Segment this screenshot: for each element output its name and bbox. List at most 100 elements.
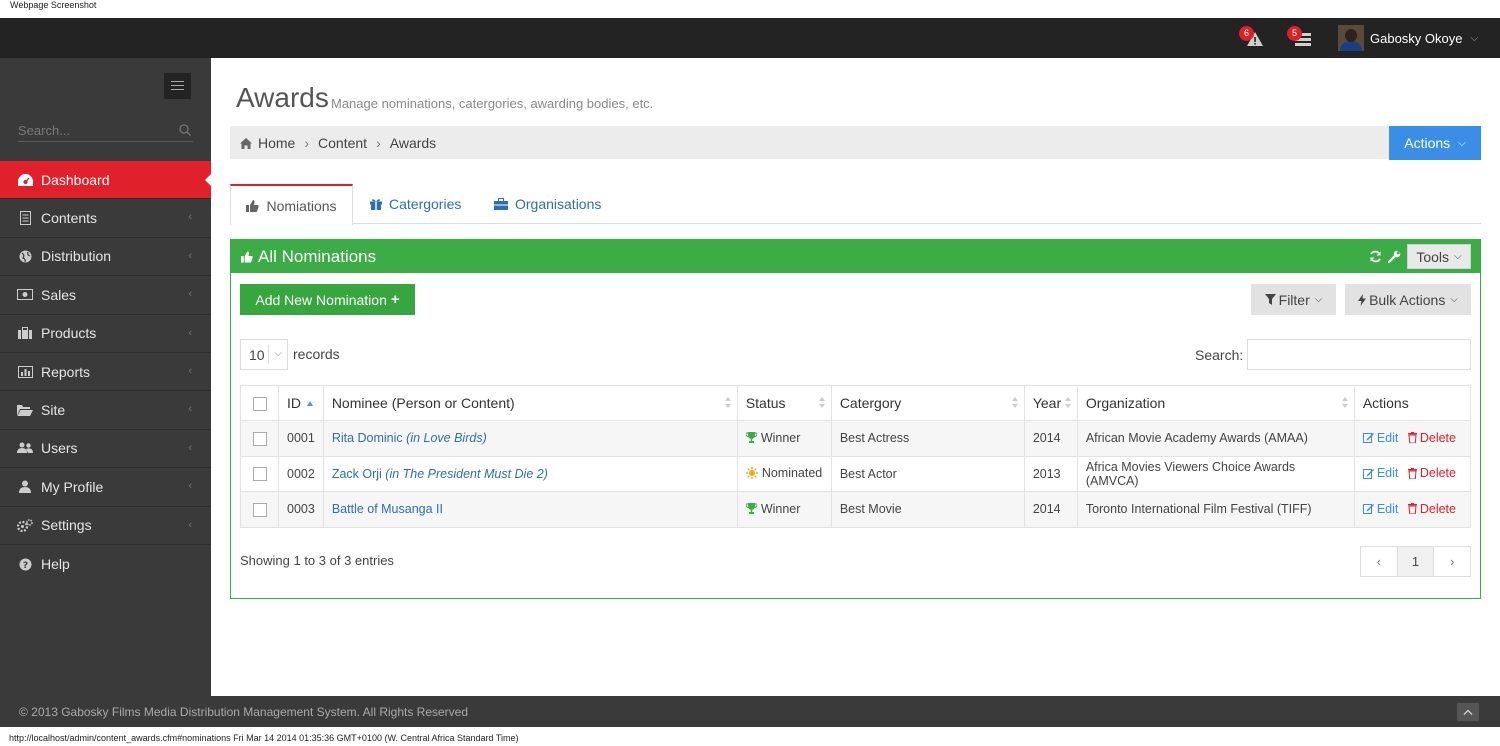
chevron-left-icon: ‹ <box>188 249 192 262</box>
nominee-cell: Rita Dominic (in Love Birds) <box>322 420 738 457</box>
row-checkbox[interactable] <box>252 502 267 517</box>
folder-open-icon <box>17 403 33 417</box>
nominee-link[interactable]: Zack Orji (in The President Must Die 2) <box>332 467 548 481</box>
tab-bar: Nomiations Catergories Organisations <box>230 184 1481 225</box>
edit-link[interactable]: Edit <box>1362 466 1398 480</box>
edit-link[interactable]: Edit <box>1362 431 1398 445</box>
edit-icon <box>1362 468 1374 479</box>
sidebar-search <box>18 120 193 142</box>
nominations-table: ID Nominee (Person or Content) Status Ca… <box>240 385 1472 528</box>
status-cell: Winner <box>736 420 832 457</box>
chevron-down-icon: ⌵ <box>1470 32 1479 44</box>
chevron-left-icon: ‹ <box>188 326 192 339</box>
tab-label: Catergories <box>389 196 462 212</box>
briefcase-icon <box>17 326 33 340</box>
messages-notification[interactable]: 5 <box>1287 26 1313 48</box>
question-icon: ? <box>17 557 33 571</box>
column-header-id[interactable]: ID <box>278 385 324 421</box>
nominee-link[interactable]: Rita Dominic (in Love Birds) <box>332 431 487 445</box>
tab-categories[interactable]: Catergories <box>370 184 461 224</box>
sidebar-search-input[interactable] <box>18 120 168 140</box>
breadcrumb-content[interactable]: Content <box>318 135 367 151</box>
select-all-checkbox[interactable] <box>252 397 267 412</box>
category-cell: Best Movie <box>830 491 1025 528</box>
search-icon[interactable] <box>179 124 191 136</box>
capture-header: Webpage Screenshot <box>0 0 1500 18</box>
sidebar-item-contents[interactable]: Contents ‹ <box>0 199 211 238</box>
sidebar-item-label: My Profile <box>41 478 104 495</box>
organization-cell: African Movie Academy Awards (AMAA) <box>1076 420 1355 457</box>
svg-text:?: ? <box>22 561 27 571</box>
tab-nominations[interactable]: Nomiations <box>230 184 353 225</box>
bulk-actions-button[interactable]: Bulk Actions ⌵ <box>1345 284 1471 315</box>
column-header-nominee[interactable]: Nominee (Person or Content) <box>322 385 738 421</box>
filter-button[interactable]: Filter ⌵ <box>1251 284 1336 315</box>
sidebar-item-dashboard[interactable]: Dashboard <box>0 161 212 200</box>
records-label: records <box>293 346 340 362</box>
menu-toggle-button[interactable] <box>164 73 191 99</box>
bulk-actions-label: Bulk Actions <box>1369 291 1446 308</box>
pagination-next[interactable]: › <box>1434 547 1470 576</box>
delete-link[interactable]: Delete <box>1407 466 1456 480</box>
table-row: 0003 Battle of Musanga II Winner Best Mo… <box>240 491 1472 528</box>
sidebar-item-help[interactable]: ? Help <box>0 545 211 583</box>
capture-status-text: http://localhost/admin/content_awards.cf… <box>9 733 519 743</box>
tools-dropdown-button[interactable]: Tools ⌵ <box>1407 244 1471 269</box>
chevron-down-icon: ⌵ <box>1450 294 1458 305</box>
pagination-page-1[interactable]: 1 <box>1396 547 1435 576</box>
sidebar-item-sales[interactable]: Sales ‹ <box>0 276 211 315</box>
user-menu[interactable]: Gabosky Okoye ⌵ <box>1338 25 1478 51</box>
sidebar-item-reports[interactable]: Reports ‹ <box>0 353 211 392</box>
pagination-prev[interactable]: ‹ <box>1361 547 1397 576</box>
table-row: 0002 Zack Orji (in The President Must Di… <box>240 455 1472 492</box>
column-header-category[interactable]: Catergory <box>830 385 1025 421</box>
nominee-link[interactable]: Battle of Musanga II <box>332 502 443 516</box>
actions-cell: Edit Delete <box>1353 455 1472 492</box>
row-checkbox[interactable] <box>252 431 267 446</box>
sidebar-item-users[interactable]: Users ‹ <box>0 430 211 469</box>
actions-dropdown-button[interactable]: Actions ⌵ <box>1389 126 1481 160</box>
column-header-status[interactable]: Status <box>736 385 832 421</box>
add-new-nomination-button[interactable]: Add New Nomination + <box>240 284 415 315</box>
breadcrumb: Home › Content › Awards <box>240 135 436 151</box>
sidebar-item-my-profile[interactable]: My Profile ‹ <box>0 468 211 507</box>
sort-icon <box>1011 397 1018 411</box>
organization-cell: Toronto International Film Festival (TIF… <box>1076 491 1355 528</box>
main-content: Awards Manage nominations, catergories, … <box>211 58 1500 696</box>
scroll-to-top-button[interactable] <box>1457 703 1479 721</box>
money-icon <box>17 288 33 302</box>
sort-icon <box>1341 397 1348 411</box>
delete-link[interactable]: Delete <box>1407 431 1456 445</box>
records-per-page-value: 10 <box>249 346 265 363</box>
records-per-page-select[interactable]: 10 ⌵ <box>240 339 288 370</box>
delete-link[interactable]: Delete <box>1407 502 1456 516</box>
sidebar-nav: Dashboard Contents ‹ Distribution ‹ Sale… <box>0 161 212 583</box>
sidebar-item-label: Help <box>41 556 70 573</box>
filter-label: Filter <box>1278 291 1310 308</box>
chevron-down-icon: ⌵ <box>1314 294 1323 305</box>
column-header-year[interactable]: Year <box>1023 385 1078 421</box>
actions-cell: Edit Delete <box>1353 420 1472 457</box>
nominee-cell: Zack Orji (in The President Must Die 2) <box>322 455 738 492</box>
sidebar-item-label: Sales <box>41 286 77 303</box>
sidebar-item-label: Settings <box>41 517 92 534</box>
sidebar-item-site[interactable]: Site ‹ <box>0 391 211 430</box>
tab-organisations[interactable]: Organisations <box>494 184 601 224</box>
breadcrumb-home[interactable]: Home <box>258 135 295 151</box>
user-name: Gabosky Okoye <box>1370 30 1463 46</box>
actions-label: Actions <box>1404 135 1451 151</box>
refresh-icon[interactable] <box>1369 250 1382 263</box>
alert-notification[interactable]: 6 <box>1239 26 1265 48</box>
sidebar-item-settings[interactable]: Settings ‹ <box>0 507 211 545</box>
actions-cell: Edit Delete <box>1353 491 1472 528</box>
edit-link[interactable]: Edit <box>1362 502 1398 516</box>
row-checkbox[interactable] <box>252 467 267 482</box>
plus-icon: + <box>390 291 400 308</box>
sidebar-item-distribution[interactable]: Distribution ‹ <box>0 238 211 277</box>
table-header-row: ID Nominee (Person or Content) Status Ca… <box>240 385 1472 421</box>
year-cell: 2013 <box>1023 455 1078 492</box>
wrench-icon[interactable] <box>1388 250 1401 263</box>
column-header-organization[interactable]: Organization <box>1076 385 1355 421</box>
sidebar-item-products[interactable]: Products ‹ <box>0 315 211 353</box>
table-search-input[interactable] <box>1247 339 1471 370</box>
